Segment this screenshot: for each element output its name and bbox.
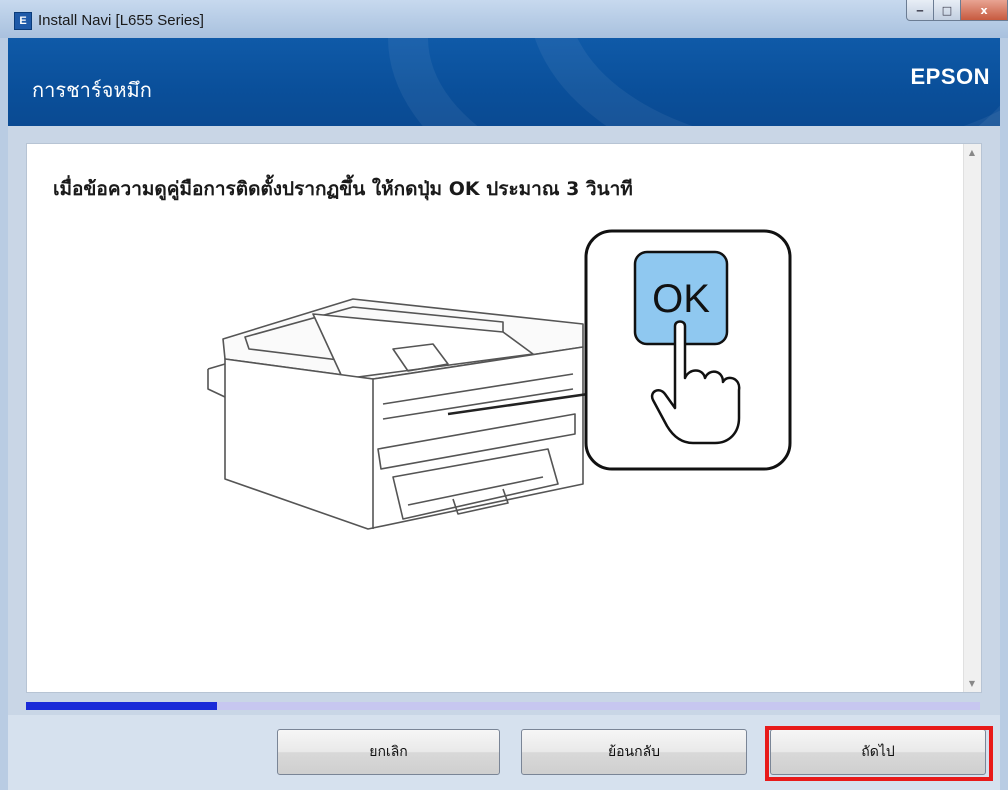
page-title: การชาร์จหมึก: [32, 78, 152, 102]
vertical-scrollbar[interactable]: ▲ ▼: [963, 144, 981, 692]
printer-body: [207, 298, 584, 530]
button-bar: ยกเลิก ย้อนกลับ ถัดไป: [8, 715, 1000, 790]
back-button[interactable]: ย้อนกลับ: [521, 729, 747, 775]
minimize-icon[interactable]: ‒: [906, 0, 934, 21]
content-panel: เมื่อข้อความดูคู่มือการติดตั้งปรากฏขึ้น …: [26, 143, 982, 693]
maximize-icon[interactable]: □: [934, 0, 961, 21]
scroll-up-icon[interactable]: ▲: [967, 148, 977, 157]
close-icon[interactable]: x: [961, 0, 1008, 21]
next-button[interactable]: ถัดไป: [770, 729, 986, 775]
ok-button-label: OK: [652, 277, 710, 321]
window-title: Install Navi [L655 Series]: [38, 12, 204, 29]
title-bar[interactable]: E Install Navi [L655 Series] ‒ □ x: [0, 0, 1008, 38]
header-banner: การชาร์จหมึก EPSON: [8, 38, 1000, 126]
instruction-text: เมื่อข้อความดูคู่มือการติดตั้งปรากฏขึ้น …: [53, 178, 633, 200]
progress-fill: [26, 702, 217, 710]
cancel-button[interactable]: ยกเลิก: [277, 729, 500, 775]
printer-illustration: [207, 298, 624, 530]
brand-logo: EPSON: [910, 64, 990, 89]
installer-app-icon: E: [14, 12, 32, 30]
window-frame-right: [1000, 38, 1008, 790]
ok-callout: OK: [584, 229, 792, 471]
window-controls: ‒ □ x: [906, 0, 1008, 22]
window-frame-left: [0, 38, 8, 790]
scroll-down-icon[interactable]: ▼: [967, 679, 977, 688]
progress-bar: [26, 702, 980, 710]
